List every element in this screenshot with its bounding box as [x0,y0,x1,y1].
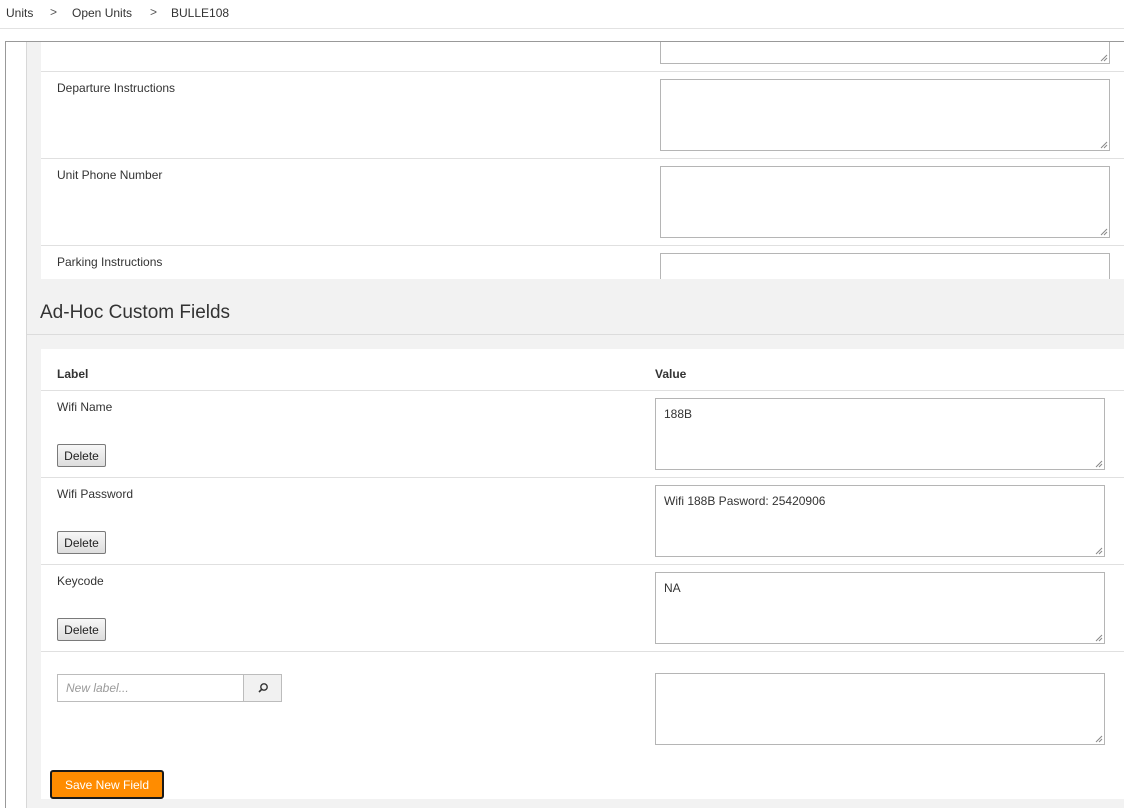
adhoc-row-value-textarea[interactable]: 188B [655,398,1105,470]
new-value-textarea[interactable] [655,673,1105,745]
delete-button[interactable]: Delete [57,444,106,467]
resize-grip-icon[interactable] [1094,546,1103,555]
breadcrumb-item-open-units[interactable]: Open Units [72,6,132,20]
adhoc-section-title: Ad-Hoc Custom Fields [40,302,231,323]
save-new-field-button[interactable]: Save New Field [50,770,164,799]
resize-grip-icon[interactable] [1094,633,1103,642]
breadcrumb-item-current: BULLE108 [171,6,230,20]
departure-instructions-textarea[interactable] [660,79,1110,151]
parking-instructions-textarea[interactable] [660,253,1110,279]
row-divider [41,158,1124,159]
adhoc-row-label: Wifi Name [57,400,113,414]
resize-grip-icon[interactable] [1099,53,1108,62]
resize-grip-icon[interactable] [1094,459,1103,468]
breadcrumb-separator: > [150,5,158,19]
left-sidebar-strip [6,42,27,808]
adhoc-row-value-textarea[interactable]: NA [655,572,1105,644]
departure-instructions-label: Departure Instructions [57,81,176,95]
header-divider [41,390,1124,391]
resize-grip-icon[interactable] [1094,734,1103,743]
new-label-input[interactable] [57,674,244,702]
previous-field-textarea[interactable] [660,42,1110,64]
breadcrumb: Units > Open Units > BULLE108 [0,0,1124,29]
adhoc-row-value-textarea[interactable]: Wifi 188B Pasword: 25420906 [655,485,1105,557]
row-divider [41,564,1124,565]
search-button[interactable] [243,674,282,702]
resize-grip-icon[interactable] [1099,140,1108,149]
adhoc-row-label: Wifi Password [57,487,134,501]
search-icon [257,683,268,693]
delete-button[interactable]: Delete [57,531,106,554]
delete-button[interactable]: Delete [57,618,106,641]
resize-grip-icon[interactable] [1099,227,1108,236]
row-divider [41,477,1124,478]
unit-phone-number-textarea[interactable] [660,166,1110,238]
parking-instructions-label: Parking Instructions [57,255,163,269]
breadcrumb-item-units[interactable]: Units [6,6,33,20]
label-column-header: Label [57,367,89,381]
unit-phone-number-label: Unit Phone Number [57,168,163,182]
row-divider [41,245,1124,246]
value-column-header: Value [655,367,687,381]
row-divider [41,651,1124,652]
row-divider [41,71,1124,72]
section-divider [27,334,1124,335]
unit-fields-panel [41,42,1124,279]
adhoc-row-label: Keycode [57,574,104,588]
breadcrumb-separator: > [50,5,58,19]
